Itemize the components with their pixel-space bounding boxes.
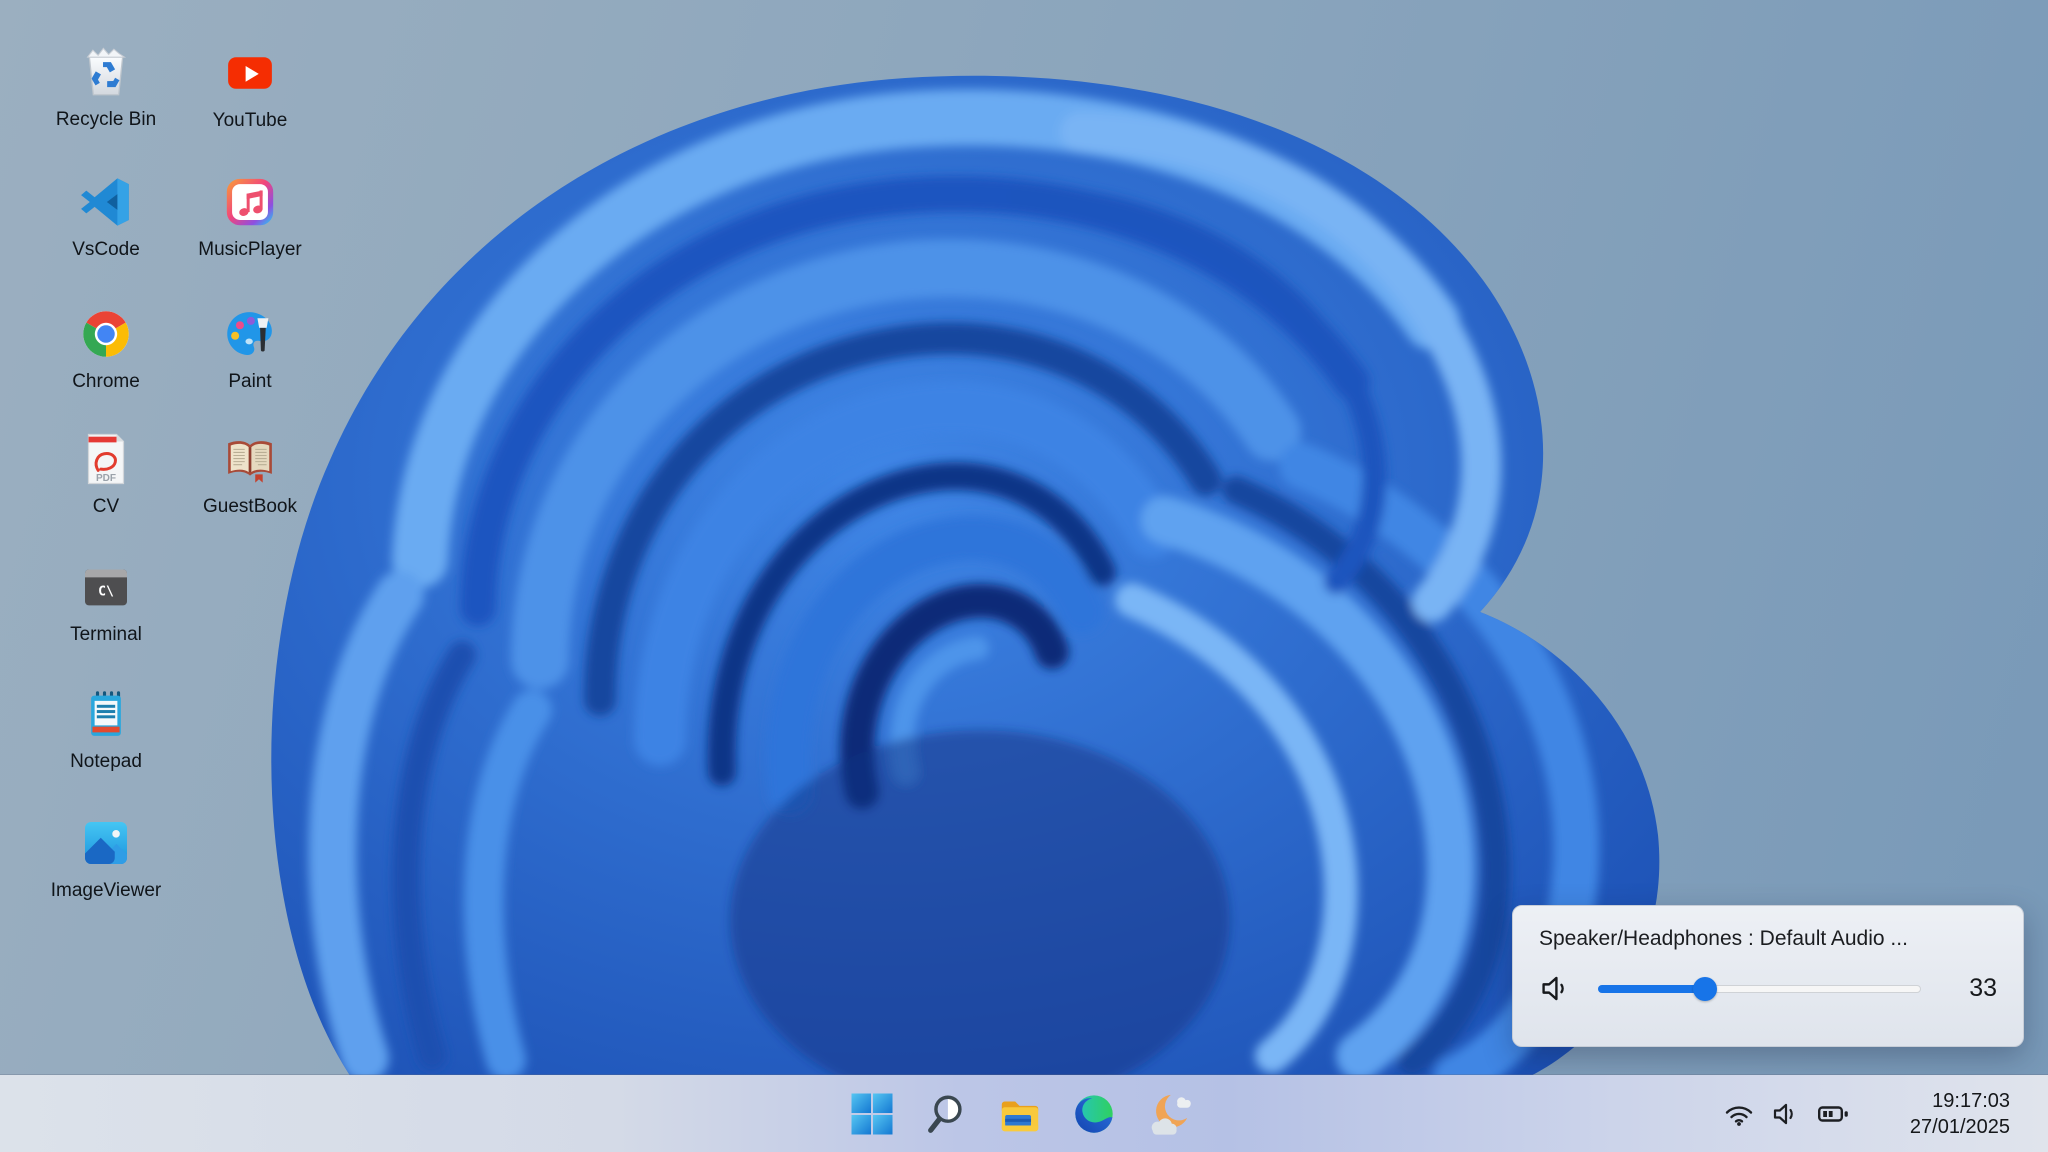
battery-icon[interactable] xyxy=(1817,1101,1851,1127)
wifi-icon[interactable] xyxy=(1723,1101,1755,1127)
desktop-icon-imageviewer[interactable]: ImageViewer xyxy=(34,815,178,902)
volume-slider-fill xyxy=(1598,985,1705,993)
taskbar-center xyxy=(848,1075,1192,1152)
desktop-icon-paint[interactable]: Paint xyxy=(178,306,322,393)
clock-date: 27/01/2025 xyxy=(1910,1114,2010,1140)
volume-slider[interactable] xyxy=(1598,976,1921,1002)
icon-label: GuestBook xyxy=(203,497,297,518)
image-viewer-icon xyxy=(78,815,134,871)
icon-label: Chrome xyxy=(72,372,140,393)
file-explorer-button[interactable] xyxy=(996,1090,1044,1138)
desktop-icon-recycle-bin[interactable]: Recycle Bin xyxy=(34,44,178,131)
icon-label: Paint xyxy=(228,372,271,393)
moon-clouds-icon xyxy=(1145,1091,1191,1137)
icon-label: CV xyxy=(93,497,119,518)
windows-start-icon xyxy=(849,1091,895,1137)
icon-label: Notepad xyxy=(70,752,142,773)
volume-icon[interactable] xyxy=(1770,1101,1802,1127)
desktop-icon-notepad[interactable]: Notepad xyxy=(34,686,178,773)
desktop-icon-musicplayer[interactable]: MusicPlayer xyxy=(178,174,322,261)
icon-label: VsCode xyxy=(72,240,140,261)
guestbook-icon xyxy=(222,431,278,487)
desktop-icon-terminal[interactable]: C\ Terminal xyxy=(34,559,178,646)
speaker-low-icon[interactable] xyxy=(1539,972,1572,1005)
volume-value: 33 xyxy=(1957,974,1997,1003)
icon-label: Recycle Bin xyxy=(56,110,156,131)
folder-icon xyxy=(997,1091,1043,1137)
desktop-icon-youtube[interactable]: YouTube xyxy=(178,45,322,132)
icon-label: Terminal xyxy=(70,625,142,646)
terminal-prompt-text: C\ xyxy=(98,584,114,599)
search-icon xyxy=(923,1091,969,1137)
clock-time: 19:17:03 xyxy=(1910,1088,2010,1114)
icon-label: MusicPlayer xyxy=(198,240,301,261)
edge-button[interactable] xyxy=(1070,1090,1118,1138)
icon-label: YouTube xyxy=(213,111,288,132)
vscode-icon xyxy=(78,174,134,230)
terminal-icon: C\ xyxy=(78,559,134,615)
music-player-icon xyxy=(222,174,278,230)
taskbar: 19:17:03 27/01/2025 xyxy=(0,1075,2048,1152)
volume-flyout: Speaker/Headphones : Default Audio ... 3… xyxy=(1512,905,2024,1047)
volume-slider-thumb[interactable] xyxy=(1693,977,1717,1001)
edge-browser-icon xyxy=(1071,1091,1117,1137)
desktop-icon-cv[interactable]: PDF CV xyxy=(34,431,178,518)
pdf-document-icon: PDF xyxy=(78,431,134,487)
desktop-icon-chrome[interactable]: Chrome xyxy=(34,306,178,393)
youtube-icon xyxy=(222,45,278,101)
desktop-icon-vscode[interactable]: VsCode xyxy=(34,174,178,261)
recycle-bin-icon xyxy=(78,44,134,100)
weather-button[interactable] xyxy=(1144,1090,1192,1138)
icon-label: ImageViewer xyxy=(51,881,162,902)
search-button[interactable] xyxy=(922,1090,970,1138)
desktop-icon-guestbook[interactable]: GuestBook xyxy=(178,431,322,518)
paint-icon xyxy=(222,306,278,362)
system-tray: 19:17:03 27/01/2025 xyxy=(1723,1075,2048,1152)
clock[interactable]: 19:17:03 27/01/2025 xyxy=(1910,1088,2010,1140)
desktop: Recycle Bin VsCode Chrome PDF CV xyxy=(0,0,2048,1152)
chrome-icon xyxy=(78,306,134,362)
pdf-label: PDF xyxy=(96,473,116,484)
start-button[interactable] xyxy=(848,1090,896,1138)
notepad-icon xyxy=(78,686,134,742)
volume-flyout-title: Speaker/Headphones : Default Audio ... xyxy=(1539,927,1997,951)
